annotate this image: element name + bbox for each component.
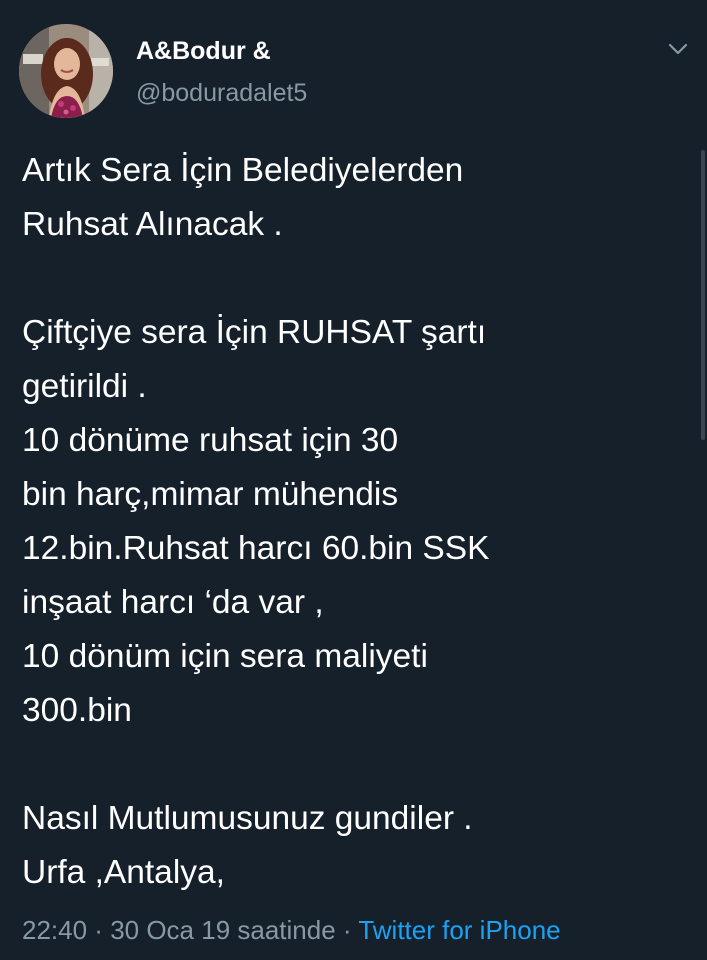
user-handle[interactable]: @boduradalet5	[136, 79, 307, 108]
tweet-line: Çiftçiye sera İçin RUHSAT şartı	[22, 314, 487, 351]
tweet-line: Nasıl Mutlumusunuz gundiler .	[22, 800, 473, 837]
tweet-line: Urfa ,Antalya,	[22, 854, 225, 891]
display-name[interactable]: A&Bodur &	[136, 37, 271, 66]
chevron-down-icon	[668, 43, 688, 55]
tweet-source-link[interactable]: Twitter for iPhone	[358, 915, 560, 945]
tweet-line: 10 dönüm için sera maliyeti	[22, 638, 428, 675]
tweet-text: Artık Sera İçin Belediyelerden Ruhsat Al…	[22, 144, 682, 900]
tweet-date[interactable]: 30 Oca 19 saatinde	[110, 915, 336, 945]
tweet-line: bin harç,mimar mühendis	[22, 476, 399, 513]
tweet-line: Ruhsat Alınacak .	[22, 206, 283, 243]
tweet-line: getirildi .	[22, 368, 147, 405]
tweet-line: 10 dönüme ruhsat için 30	[22, 422, 399, 459]
meta-separator: ·	[87, 915, 111, 945]
tweet-menu-button[interactable]	[660, 36, 696, 64]
tweet-line: 12.bin.Ruhsat harcı 60.bin SSK	[22, 530, 490, 567]
profile-photo-icon	[19, 24, 113, 118]
scrollbar[interactable]	[701, 150, 705, 440]
tweet-line: Artık Sera İçin Belediyelerden	[22, 152, 464, 189]
avatar[interactable]	[19, 24, 113, 118]
tweet-line: inşaat harcı ‘da var ,	[22, 584, 324, 621]
tweet-card: A&Bodur & @boduradalet5 Artık Sera İçin …	[0, 0, 707, 960]
tweet-line: 300.bin	[22, 692, 132, 729]
tweet-time[interactable]: 22:40	[22, 915, 87, 945]
tweet-meta: 22:40 · 30 Oca 19 saatinde · Twitter for…	[22, 915, 561, 946]
meta-separator: ·	[335, 915, 359, 945]
